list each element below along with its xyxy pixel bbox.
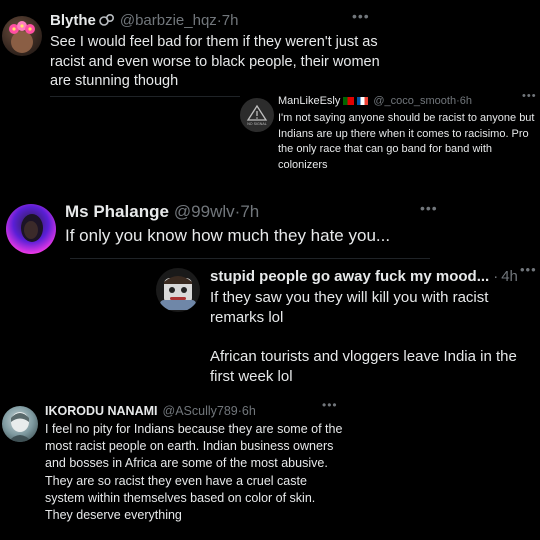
handle[interactable]: @_coco_smooth xyxy=(373,95,456,107)
handle[interactable]: @AScully789 xyxy=(163,404,238,418)
timestamp[interactable]: 6h xyxy=(460,95,472,107)
tweet-ms-phalange[interactable]: Ms Phalange @99wlv · 7h ••• If only you … xyxy=(0,192,540,262)
display-name[interactable]: ManLikeEsly xyxy=(278,95,340,107)
display-name[interactable]: stupid people go away fuck my mood... xyxy=(210,268,489,285)
more-options-icon[interactable]: ••• xyxy=(522,90,537,102)
tweet-blythe[interactable]: Blythe @barbzie_hqz · 7h ••• See I would… xyxy=(0,0,540,96)
display-name[interactable]: Ms Phalange xyxy=(65,202,169,222)
tweet-ikorodu-nanami[interactable]: IKORODU NANAMI @AScully789 · 6h ••• I fe… xyxy=(0,392,540,540)
timestamp[interactable]: 7h xyxy=(240,202,259,222)
tweet-text: See I would feel bad for them if they we… xyxy=(50,34,380,89)
tweet-text: I feel no pity for Indians because they … xyxy=(45,422,343,523)
no-signal-icon xyxy=(246,104,268,121)
tweet-header: Ms Phalange @99wlv · 7h xyxy=(65,202,260,222)
tweet-manlikeesly[interactable]: NO SIGNAL ManLikeEsly @_coco_smooth · 6h… xyxy=(236,90,540,190)
portugal-flag-icon xyxy=(343,97,355,105)
anime-portrait-icon xyxy=(8,412,32,442)
link-chain-icon xyxy=(99,13,114,26)
cartoon-face-icon xyxy=(160,276,196,310)
avatar[interactable]: NO SIGNAL xyxy=(240,98,274,132)
tweet-header: ManLikeEsly @_coco_smooth · 6h xyxy=(278,95,472,107)
tweet-text: If only you know how much they hate you.… xyxy=(65,226,391,245)
avatar[interactable] xyxy=(2,406,38,442)
flower-crown-icon xyxy=(9,21,35,53)
tweet-header: stupid people go away fuck my mood... · … xyxy=(210,268,518,285)
screenshot-page: Blythe @barbzie_hqz · 7h ••• See I would… xyxy=(0,0,540,540)
more-options-icon[interactable]: ••• xyxy=(352,8,370,24)
avatar-caption: NO SIGNAL xyxy=(247,122,267,126)
timestamp[interactable]: 7h xyxy=(222,12,239,29)
more-options-icon[interactable]: ••• xyxy=(322,398,338,412)
tweet-stupid-people[interactable]: stupid people go away fuck my mood... · … xyxy=(148,258,540,390)
more-options-icon[interactable]: ••• xyxy=(520,262,537,277)
avatar[interactable] xyxy=(156,268,200,312)
display-name[interactable]: IKORODU NANAMI xyxy=(45,404,158,418)
portrait-icon xyxy=(21,214,43,242)
tweet-header: IKORODU NANAMI @AScully789 · 6h xyxy=(45,404,256,418)
tweet-text: I'm not saying anyone should be racist t… xyxy=(278,112,535,171)
divider xyxy=(50,96,240,97)
more-options-icon[interactable]: ••• xyxy=(420,200,438,216)
display-name[interactable]: Blythe xyxy=(50,12,96,29)
timestamp[interactable]: 6h xyxy=(242,404,256,418)
tweet-paragraph: If they saw you they will kill you with … xyxy=(210,289,489,326)
tweet-header: Blythe @barbzie_hqz · 7h xyxy=(50,12,239,29)
handle[interactable]: @99wlv xyxy=(174,202,235,222)
france-flag-icon xyxy=(357,97,369,105)
tweet-paragraph: African tourists and vloggers leave Indi… xyxy=(210,348,517,385)
avatar[interactable] xyxy=(2,16,42,56)
handle[interactable]: @barbzie_hqz xyxy=(120,12,217,29)
tweet-text: If they saw you they will kill you with … xyxy=(210,288,532,387)
timestamp[interactable]: 4h xyxy=(501,268,518,285)
avatar[interactable] xyxy=(6,204,56,254)
